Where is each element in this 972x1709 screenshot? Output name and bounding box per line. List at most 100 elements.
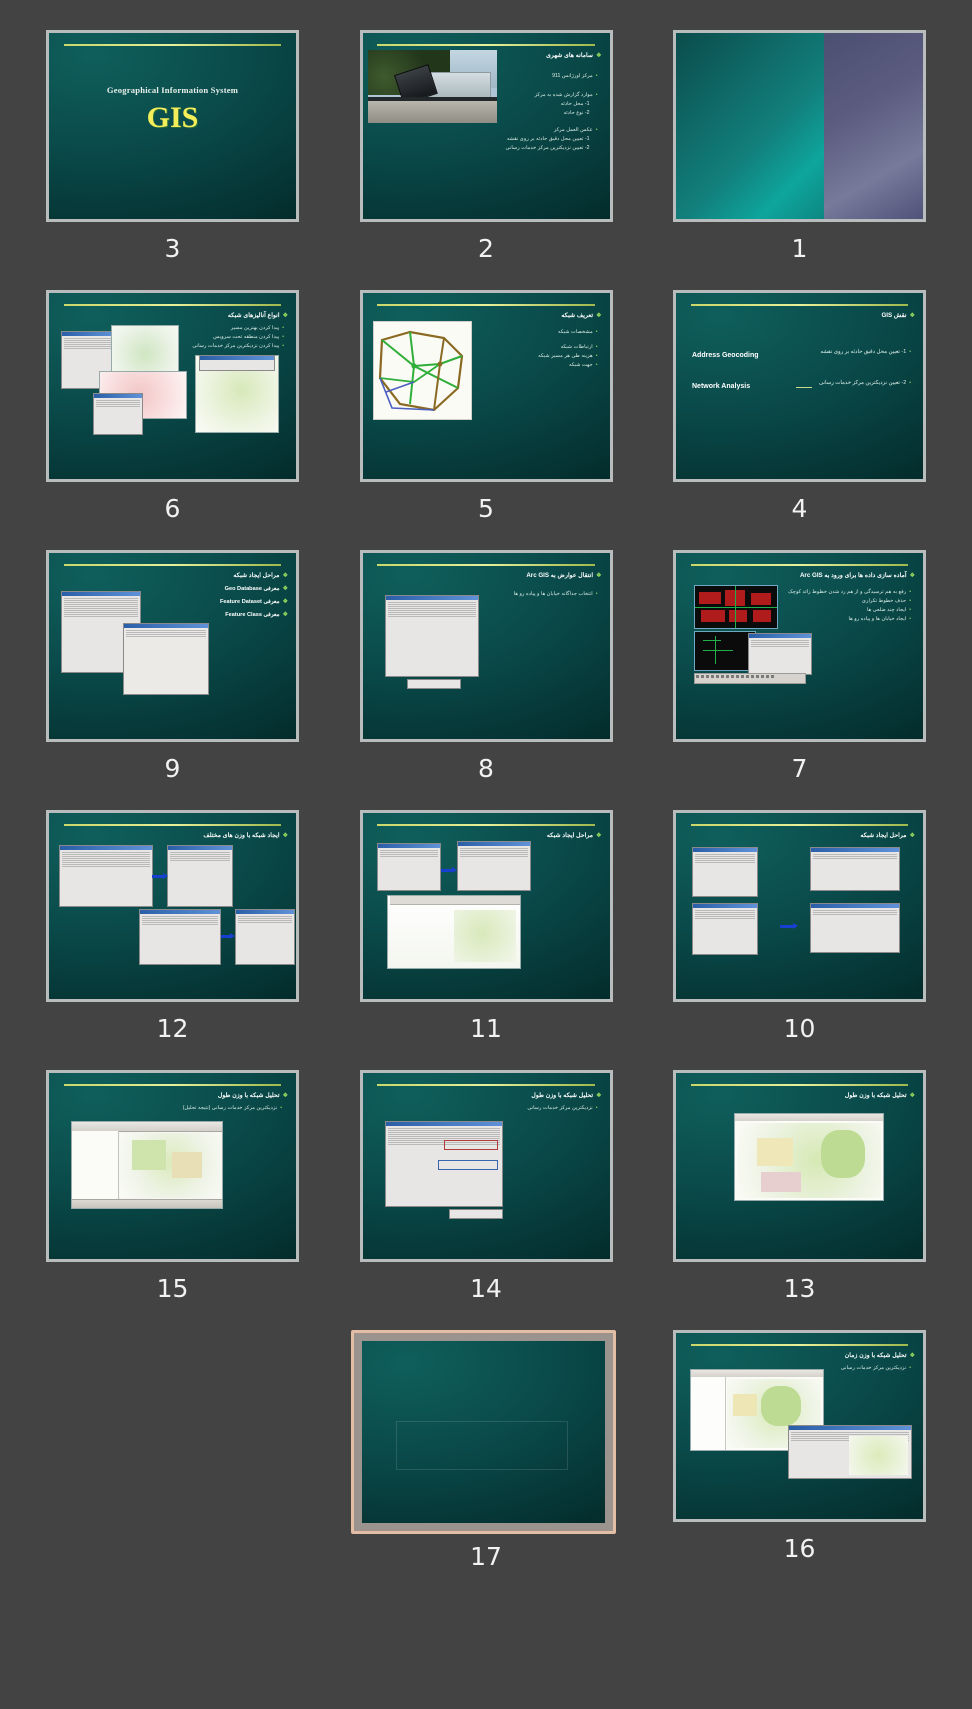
slide-number: 4	[791, 494, 808, 523]
diamond-bullet-icon: ❖	[909, 313, 915, 319]
slide-frame-10[interactable]: ❖مراحل ایجاد شبکه	[673, 810, 926, 1002]
slide-cell[interactable]: ❖انتقال عوارض به Arc GIS •انتخاب جداگانه…	[359, 550, 613, 810]
dialog-buttons	[448, 1209, 503, 1219]
slide-number: 17	[470, 1542, 502, 1571]
slide-frame-5[interactable]: ❖تعریف شبکه •مشخصات شبکه •ارتباطات شبکه …	[359, 290, 613, 482]
title-rule	[377, 304, 595, 306]
slide-frame-16[interactable]: ❖تحلیل شبکه با وزن زمان •نزدیکترین مرکز …	[673, 1330, 926, 1522]
title-rule	[63, 304, 282, 306]
dialog-screenshot	[692, 847, 758, 897]
slide-cell	[46, 1330, 299, 1590]
slide-canvas: ❖سامانه های شهری •مرکز اورژانس 911 •موار…	[362, 33, 610, 219]
bullet-item: •نزدیکترین مرکز خدمات رسانی	[527, 1105, 598, 1111]
diamond-bullet-icon: ❖	[596, 53, 602, 59]
annotation-box	[443, 1140, 498, 1150]
arrow-icon	[440, 867, 457, 873]
slide-cell[interactable]: ❖ایجاد شبکه با وزن های مختلف 12	[46, 810, 299, 1070]
slide-cell-selected[interactable]: 17	[350, 1330, 616, 1590]
slide-number: 12	[156, 1014, 189, 1043]
english-term: Address Geocoding	[692, 352, 759, 359]
dialog-screenshot	[692, 903, 758, 955]
slide-canvas: ❖تحلیل شبکه با وزن طول •نزدیکترین مرکز خ…	[362, 1073, 610, 1259]
slide-cell[interactable]: ❖مراحل ایجاد شبکه 11	[359, 810, 613, 1070]
diamond-bullet-icon: ❖	[596, 833, 602, 839]
slide-frame-7[interactable]: ❖آماده سازی داده ها برای ورود به Arc GIS…	[673, 550, 926, 742]
diamond-bullet-icon: ❖	[909, 573, 915, 579]
slide-cell[interactable]: ❖تحلیل شبکه با وزن طول •نزدیکترین مرکز خ…	[359, 1070, 613, 1330]
slide-cell[interactable]: ❖تحلیل شبکه با وزن طول •نزدیکترین مرکز خ…	[46, 1070, 299, 1330]
diamond-bullet-icon: ❖	[282, 1093, 288, 1099]
slide-frame-4[interactable]: ❖نقش GIS •1- تعیین محل دقیق حادثه بر روی…	[673, 290, 926, 482]
slide-frame-2[interactable]: ❖سامانه های شهری •مرکز اورژانس 911 •موار…	[359, 30, 613, 222]
slide-cell[interactable]: ❖آماده سازی داده ها برای ورود به Arc GIS…	[673, 550, 926, 810]
dialog-screenshot	[788, 1425, 912, 1479]
dialog-screenshot	[384, 595, 479, 677]
slide-cell[interactable]: ❖انواع آنالیزهای شبکه •پیدا کردن بهترین …	[46, 290, 299, 550]
diamond-bullet-icon: ❖	[596, 573, 602, 579]
dialog-buttons	[406, 679, 461, 689]
bullet-item: •نزدیکترین مرکز خدمات رسانی (نتیجه تحلیل…	[182, 1105, 282, 1111]
bullet-item: 1- محل حادثه	[560, 101, 590, 107]
slide-title: ❖انواع آنالیزهای شبکه	[227, 312, 288, 319]
gis-map-screenshot	[734, 1113, 884, 1201]
diamond-bullet-icon: ❖	[909, 833, 915, 839]
slide-cell[interactable]: ❖تحلیل شبکه با وزن زمان •نزدیکترین مرکز …	[673, 1330, 926, 1590]
slide-frame-1[interactable]	[673, 30, 926, 222]
app-screenshot	[93, 393, 143, 435]
slide-cell[interactable]: ❖نقش GIS •1- تعیین محل دقیق حادثه بر روی…	[673, 290, 926, 550]
title-rule	[690, 304, 909, 306]
slide-canvas: ❖ایجاد شبکه با وزن های مختلف	[49, 813, 296, 999]
slide-body: ❖نقش GIS •1- تعیین محل دقیق حادثه بر روی…	[680, 309, 917, 475]
slide-body: ❖سامانه های شهری •مرکز اورژانس 911 •موار…	[367, 49, 604, 215]
bullet-item: •عکس العمل مرکز	[553, 127, 598, 133]
title-rule	[377, 564, 595, 566]
slide-number: 11	[470, 1014, 502, 1043]
slide-number: 2	[478, 234, 494, 263]
slide-frame-14[interactable]: ❖تحلیل شبکه با وزن طول •نزدیکترین مرکز خ…	[359, 1070, 613, 1262]
title-rule	[63, 44, 282, 46]
slide-frame-9[interactable]: ❖مراحل ایجاد شبکه ❖معرفی Geo Database ❖م…	[46, 550, 299, 742]
slide-frame-17[interactable]	[350, 1330, 616, 1534]
slide-title-line2: GIS	[146, 101, 199, 134]
bullet-item: •مرکز اورژانس 911	[552, 73, 598, 79]
slide-title: ❖انتقال عوارض به Arc GIS	[526, 572, 602, 579]
slide-frame-12[interactable]: ❖ایجاد شبکه با وزن های مختلف	[46, 810, 299, 1002]
slide-title: ❖تعریف شبکه	[561, 312, 602, 319]
diamond-bullet-icon: ❖	[596, 1093, 602, 1099]
slide-frame-11[interactable]: ❖مراحل ایجاد شبکه	[359, 810, 613, 1002]
empty-placeholder-box[interactable]	[395, 1421, 568, 1471]
app-screenshot	[199, 355, 275, 371]
slide-canvas: ❖انواع آنالیزهای شبکه •پیدا کردن بهترین …	[49, 293, 296, 479]
title-rule	[377, 1084, 595, 1086]
slide-title: ❖مراحل ایجاد شبکه	[860, 832, 915, 839]
title-rule	[690, 1344, 909, 1346]
slide-cell[interactable]: ❖مراحل ایجاد شبکه ❖معرفی Geo Database ❖م…	[46, 550, 299, 810]
slide-number: 16	[783, 1534, 816, 1563]
slide-number: 13	[783, 1274, 816, 1303]
slide-title: ❖نقش GIS	[881, 312, 915, 319]
slide-cell[interactable]: ❖سامانه های شهری •مرکز اورژانس 911 •موار…	[359, 30, 613, 290]
slide-cell[interactable]: ❖تحلیل شبکه با وزن طول 13	[673, 1070, 926, 1330]
slide-cell[interactable]: 1	[673, 30, 926, 290]
slide-canvas: ❖مراحل ایجاد شبکه	[676, 813, 923, 999]
arrow-icon	[221, 933, 235, 939]
slide-canvas: ❖نقش GIS •1- تعیین محل دقیق حادثه بر روی…	[676, 293, 923, 479]
diamond-bullet-icon: ❖	[909, 1093, 915, 1099]
slide-title: ❖تحلیل شبکه با وزن زمان	[844, 1352, 915, 1359]
slide-canvas: ❖انتقال عوارض به Arc GIS •انتخاب جداگانه…	[362, 553, 610, 739]
slide-frame-13[interactable]: ❖تحلیل شبکه با وزن طول	[673, 1070, 926, 1262]
slide-frame-15[interactable]: ❖تحلیل شبکه با وزن طول •نزدیکترین مرکز خ…	[46, 1070, 299, 1262]
slide-frame-8[interactable]: ❖انتقال عوارض به Arc GIS •انتخاب جداگانه…	[359, 550, 613, 742]
bullet-item: 2- تعیین نزدیکترین مرکز خدمات رسانی	[505, 145, 590, 151]
slide-cell[interactable]: ❖تعریف شبکه •مشخصات شبکه •ارتباطات شبکه …	[359, 290, 613, 550]
diamond-bullet-icon: ❖	[282, 313, 288, 319]
map-screenshot	[386, 895, 521, 969]
slide-cell[interactable]: ❖مراحل ایجاد شبکه 10	[673, 810, 926, 1070]
slide-frame-3[interactable]: Geographical Information System GIS	[46, 30, 299, 222]
dialog-screenshot	[810, 903, 900, 953]
slide-title: ❖مراحل ایجاد شبکه	[546, 832, 602, 839]
slide-frame-6[interactable]: ❖انواع آنالیزهای شبکه •پیدا کردن بهترین …	[46, 290, 299, 482]
slide-canvas: Geographical Information System GIS	[49, 33, 296, 219]
slide-cell[interactable]: Geographical Information System GIS 3	[46, 30, 299, 290]
dialog-screenshot	[167, 845, 233, 907]
